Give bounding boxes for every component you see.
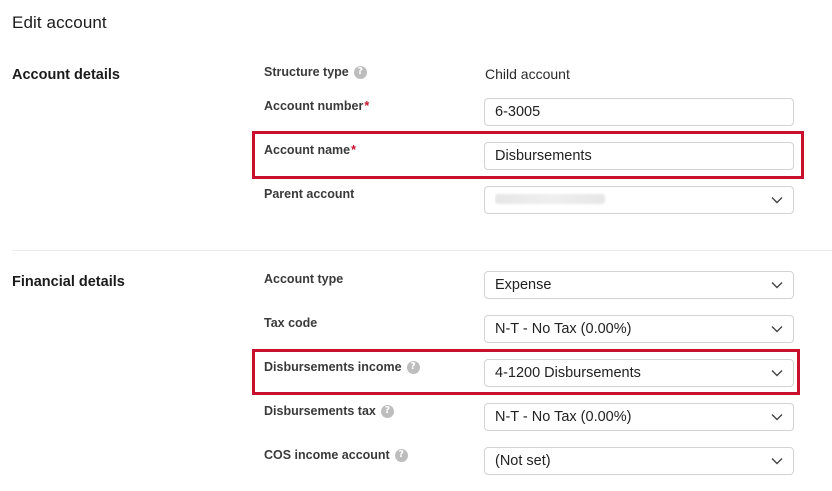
account-number-label-text: Account number xyxy=(264,99,364,113)
cos-income-account-label-text: COS income account xyxy=(264,448,390,462)
disbursements-tax-select[interactable]: N-T - No Tax (0.00%) xyxy=(484,403,794,431)
disbursements-income-value: 4-1200 Disbursements xyxy=(495,365,641,381)
parent-account-label: Parent account xyxy=(264,187,354,201)
chevron-down-icon xyxy=(771,367,783,379)
account-name-label: Account name * xyxy=(264,143,356,157)
chevron-down-icon xyxy=(771,455,783,467)
page-title: Edit account xyxy=(12,13,107,32)
parent-account-value xyxy=(495,192,771,208)
account-type-label: Account type xyxy=(264,272,343,286)
section-title-financial-details: Financial details xyxy=(12,274,125,290)
disbursements-income-select[interactable]: 4-1200 Disbursements xyxy=(484,359,794,387)
account-number-label: Account number * xyxy=(264,99,369,113)
account-number-input[interactable] xyxy=(495,104,783,120)
chevron-down-icon xyxy=(771,323,783,335)
tax-code-value: N-T - No Tax (0.00%) xyxy=(495,321,632,337)
structure-type-label-text: Structure type xyxy=(264,65,349,79)
tax-code-label: Tax code xyxy=(264,316,317,330)
account-type-value: Expense xyxy=(495,277,552,293)
required-marker: * xyxy=(351,143,357,157)
cos-income-account-select[interactable]: (Not set) xyxy=(484,447,794,475)
disbursements-income-label: Disbursements income ? xyxy=(264,360,420,374)
disbursements-tax-value: N-T - No Tax (0.00%) xyxy=(495,409,632,425)
required-marker: * xyxy=(364,99,370,113)
account-type-select[interactable]: Expense xyxy=(484,271,794,299)
tax-code-label-text: Tax code xyxy=(264,316,318,330)
disbursements-tax-label: Disbursements tax ? xyxy=(264,404,394,418)
cos-income-account-value: (Not set) xyxy=(495,453,551,469)
account-name-input[interactable] xyxy=(495,148,783,164)
structure-type-value: Child account xyxy=(485,66,570,82)
account-name-label-text: Account name xyxy=(264,143,351,157)
structure-type-label: Structure type ? xyxy=(264,65,367,79)
chevron-down-icon xyxy=(771,194,783,206)
redacted-value xyxy=(495,194,605,204)
help-icon[interactable]: ? xyxy=(380,404,394,418)
parent-account-label-text: Parent account xyxy=(264,187,355,201)
account-type-label-text: Account type xyxy=(264,272,344,286)
help-icon[interactable]: ? xyxy=(406,360,420,374)
parent-account-select[interactable] xyxy=(484,186,794,214)
disbursements-income-label-text: Disbursements income xyxy=(264,360,402,374)
section-title-account-details: Account details xyxy=(12,67,120,83)
tax-code-select[interactable]: N-T - No Tax (0.00%) xyxy=(484,315,794,343)
chevron-down-icon xyxy=(771,279,783,291)
account-name-field[interactable] xyxy=(484,142,794,170)
section-divider xyxy=(12,250,832,251)
account-number-field[interactable] xyxy=(484,98,794,126)
cos-income-account-label: COS income account ? xyxy=(264,448,408,462)
disbursements-tax-label-text: Disbursements tax xyxy=(264,404,376,418)
help-icon[interactable]: ? xyxy=(353,65,367,79)
chevron-down-icon xyxy=(771,411,783,423)
help-icon[interactable]: ? xyxy=(394,448,408,462)
